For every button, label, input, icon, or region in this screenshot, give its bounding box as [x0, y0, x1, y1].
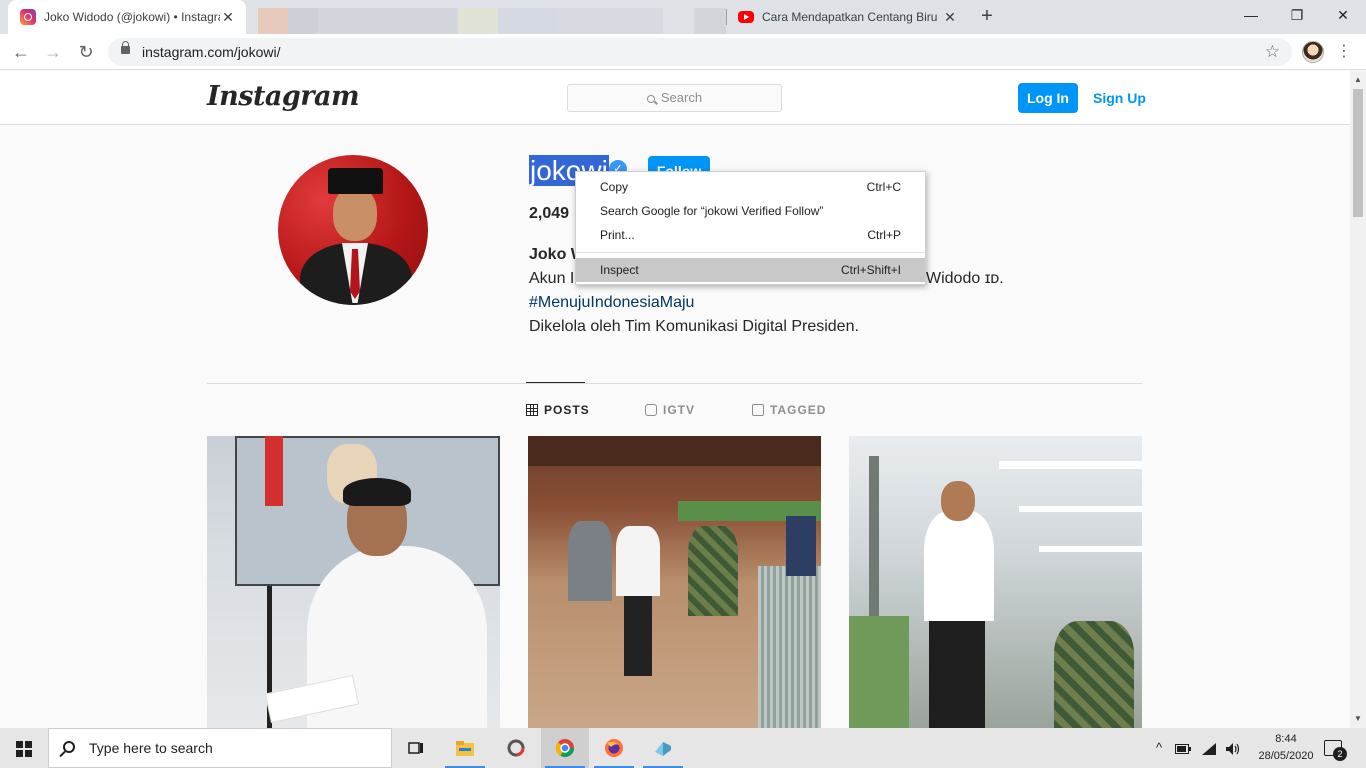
url-text[interactable]: instagram.com/jokowi/: [142, 38, 281, 66]
tagged-icon: [752, 404, 764, 416]
tab-blurred[interactable]: [258, 0, 663, 34]
search-icon: [63, 741, 75, 753]
clock-time: 8:44: [1275, 733, 1297, 745]
taskbar-search-input[interactable]: Type here to search: [48, 728, 392, 768]
context-menu-print[interactable]: Print... Ctrl+P: [576, 223, 925, 247]
tab-title: Joko Widodo (@jokowi) • Instagram photos…: [44, 10, 220, 24]
app-icon-2[interactable]: [639, 728, 687, 768]
signup-link[interactable]: Sign Up: [1093, 83, 1146, 113]
browser-menu-icon[interactable]: ⋮: [1336, 40, 1352, 64]
profile-divider: [207, 383, 1142, 384]
post-thumbnail-1[interactable]: [207, 436, 500, 728]
context-menu-inspect[interactable]: Inspect Ctrl+Shift+I: [576, 258, 925, 282]
lock-icon[interactable]: [121, 41, 130, 54]
chrome-icon[interactable]: [541, 728, 589, 768]
igtv-icon: [645, 404, 657, 416]
post-thumbnail-3[interactable]: [849, 436, 1142, 728]
battery-icon[interactable]: [1172, 728, 1194, 768]
tab-tagged[interactable]: TAGGED: [752, 403, 826, 417]
maximize-button[interactable]: ❐: [1274, 0, 1320, 30]
search-input[interactable]: Search: [567, 84, 782, 112]
new-tab-button[interactable]: +: [976, 5, 998, 27]
task-view-icon[interactable]: [392, 728, 440, 768]
login-button[interactable]: Log In: [1018, 83, 1078, 113]
clock-date: 28/05/2020: [1258, 750, 1314, 762]
posts-count: 2,049: [529, 205, 570, 222]
taskbar-search-placeholder: Type here to search: [89, 740, 213, 756]
scroll-down-icon[interactable]: ▼: [1354, 714, 1362, 723]
youtube-favicon-icon: [738, 11, 754, 23]
instagram-page: Instagram Search Log In Sign Up jokowi ✓…: [0, 71, 1350, 728]
bio-hashtag-link[interactable]: #MenujuIndonesiaMaju: [529, 291, 694, 315]
browser-tab-strip: Joko Widodo (@jokowi) • Instagram photos…: [0, 0, 1366, 34]
active-tab-indicator: [526, 382, 585, 383]
profile-avatar-icon[interactable]: [1302, 41, 1324, 63]
tab-posts[interactable]: POSTS: [526, 403, 590, 417]
post-thumbnail-2[interactable]: [528, 436, 821, 728]
windows-taskbar: Type here to search ^ 8:44 28/05/2020 2: [0, 728, 1366, 768]
instagram-logo[interactable]: Instagram: [207, 81, 360, 112]
tab-instagram[interactable]: Joko Widodo (@jokowi) • Instagram photos…: [8, 0, 246, 34]
scroll-thumb[interactable]: [1353, 89, 1363, 217]
browser-toolbar: ← → ↻ instagram.com/jokowi/ ☆: [0, 34, 1366, 70]
volume-icon[interactable]: [1222, 728, 1244, 768]
scroll-up-icon[interactable]: ▲: [1354, 75, 1362, 84]
context-menu: Copy Ctrl+C Search Google for “jokowi Ve…: [575, 171, 926, 285]
tray-chevron-icon[interactable]: ^: [1150, 728, 1168, 768]
bio-line-1-end: Widodo ɪᴅ.: [926, 270, 1004, 287]
instagram-favicon-icon: [20, 9, 36, 25]
tab-title: Cara Mendapatkan Centang Biru: [762, 10, 938, 24]
close-window-button[interactable]: ✕: [1320, 0, 1366, 30]
search-placeholder: Search: [660, 90, 703, 105]
file-explorer-icon[interactable]: [441, 728, 489, 768]
taskbar-clock[interactable]: 8:44 28/05/2020: [1250, 731, 1322, 765]
bio-line-3: Dikelola oleh Tim Komunikasi Digital Pre…: [529, 318, 859, 335]
app-icon[interactable]: [492, 728, 540, 768]
wifi-icon[interactable]: [1198, 728, 1220, 768]
search-icon: [646, 95, 655, 103]
context-menu-copy[interactable]: Copy Ctrl+C: [576, 175, 925, 199]
instagram-header: Instagram Search Log In Sign Up: [0, 71, 1350, 125]
profile-picture[interactable]: [278, 155, 428, 305]
windows-start-icon[interactable]: [16, 741, 32, 757]
tab-youtube[interactable]: Cara Mendapatkan Centang Biru ✕: [730, 0, 966, 34]
notification-count-badge: 2: [1333, 747, 1347, 761]
tab-close-icon[interactable]: ✕: [942, 9, 958, 26]
context-menu-search-google[interactable]: Search Google for “jokowi Verified Follo…: [576, 199, 925, 223]
forward-button[interactable]: →: [41, 40, 65, 64]
tab-separator: [726, 9, 727, 25]
back-button[interactable]: ←: [9, 40, 33, 64]
tab-blurred-small[interactable]: [694, 0, 726, 34]
grid-icon: [526, 404, 538, 416]
tab-igtv[interactable]: IGTV: [645, 403, 695, 417]
bookmark-star-icon[interactable]: ☆: [1265, 38, 1280, 66]
minimize-button[interactable]: —: [1228, 0, 1274, 30]
bio-line-1-start: Akun I: [529, 270, 575, 287]
context-menu-separator: [576, 252, 925, 253]
address-bar[interactable]: instagram.com/jokowi/ ☆: [108, 38, 1292, 66]
firefox-icon[interactable]: [590, 728, 638, 768]
reload-button[interactable]: ↻: [74, 40, 98, 64]
page-scrollbar[interactable]: ▲ ▼: [1350, 71, 1366, 728]
tab-close-icon[interactable]: ✕: [220, 9, 236, 26]
